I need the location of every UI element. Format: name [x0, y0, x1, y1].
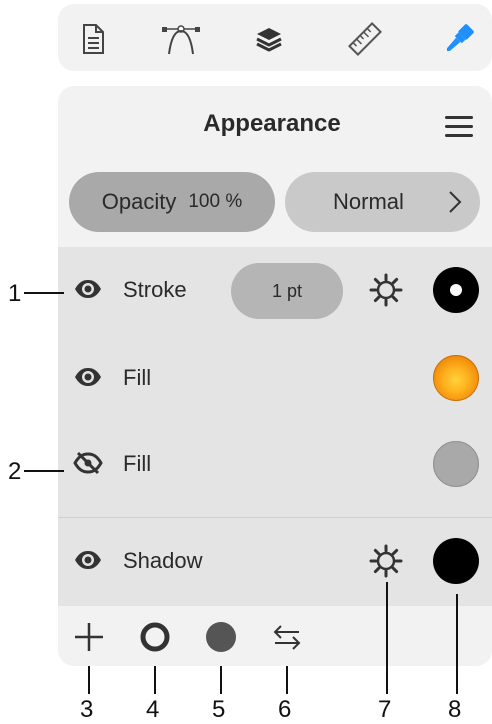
- hidden-fill-row[interactable]: Fill: [58, 421, 492, 507]
- callout-line: [456, 594, 458, 694]
- hamburger-menu-icon[interactable]: [444, 114, 474, 140]
- stroke-width-button[interactable]: 1 pt: [231, 263, 343, 319]
- fill-row[interactable]: Fill: [58, 335, 492, 421]
- shadow-color-swatch[interactable]: [433, 538, 479, 584]
- stroke-row[interactable]: Stroke 1 pt: [58, 247, 492, 333]
- callout-line: [286, 666, 288, 694]
- shadow-row[interactable]: Shadow: [58, 518, 492, 604]
- row-label: Shadow: [123, 548, 203, 573]
- appearance-panel: Appearance Opacity 100 % Normal Stroke 1…: [58, 86, 492, 666]
- callout-8: 8: [448, 696, 462, 723]
- add-fill-icon[interactable]: [204, 620, 238, 654]
- appearance-list: Stroke 1 pt Fill Fill Shadow: [58, 247, 492, 606]
- eye-icon[interactable]: [73, 548, 103, 572]
- opacity-value: 100 %: [188, 191, 243, 212]
- eye-slash-icon[interactable]: [73, 451, 103, 475]
- brush-icon[interactable]: [442, 22, 476, 56]
- callout-5: 5: [212, 696, 226, 723]
- gear-icon[interactable]: [368, 272, 404, 308]
- callout-line: [24, 470, 64, 472]
- opacity-button[interactable]: Opacity 100 %: [69, 172, 275, 232]
- blend-mode-value: Normal: [333, 189, 404, 214]
- callout-line: [154, 666, 156, 694]
- row-label: Stroke: [123, 277, 187, 302]
- eye-icon[interactable]: [73, 277, 103, 301]
- layers-icon[interactable]: [252, 22, 286, 56]
- add-icon[interactable]: [72, 620, 106, 654]
- row-label: Fill: [123, 365, 152, 390]
- add-stroke-icon[interactable]: [138, 620, 172, 654]
- eye-icon[interactable]: [73, 365, 103, 389]
- callout-line: [24, 292, 64, 294]
- fill-color-swatch[interactable]: [433, 355, 479, 401]
- panel-title: Appearance: [203, 110, 341, 137]
- top-toolbar: [58, 4, 492, 71]
- opacity-label: Opacity: [101, 189, 177, 214]
- stroke-color-swatch[interactable]: [433, 267, 479, 313]
- blend-mode-button[interactable]: Normal: [285, 172, 480, 232]
- callout-line: [88, 666, 90, 694]
- callout-line: [220, 666, 222, 694]
- callout-6: 6: [278, 696, 292, 723]
- fill-color-swatch[interactable]: [433, 441, 479, 487]
- callout-3: 3: [80, 696, 94, 723]
- bottom-bar: [58, 606, 492, 666]
- gear-icon[interactable]: [368, 543, 404, 579]
- chevron-right-icon: [449, 191, 462, 213]
- callout-4: 4: [146, 696, 160, 723]
- ruler-icon[interactable]: [348, 22, 382, 56]
- document-icon[interactable]: [76, 22, 110, 56]
- row-label: Fill: [123, 451, 152, 476]
- callout-1: 1: [8, 280, 22, 307]
- callout-line: [386, 582, 388, 694]
- callout-7: 7: [378, 696, 392, 723]
- swap-icon[interactable]: [270, 620, 304, 654]
- bezier-pen-icon[interactable]: [161, 22, 201, 56]
- callout-2: 2: [8, 458, 22, 485]
